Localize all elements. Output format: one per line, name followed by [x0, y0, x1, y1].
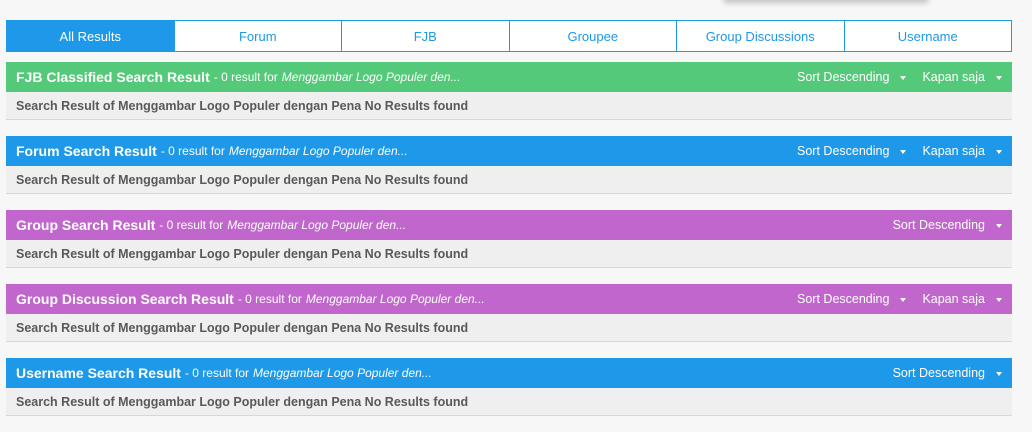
result-count: - 0 result for [160, 144, 225, 158]
tab-all-results[interactable]: All Results [7, 21, 174, 51]
time-filter-dropdown[interactable]: Kapan saja [922, 292, 1002, 306]
forum-result-message: Search Result of Menggambar Logo Populer… [6, 166, 1012, 194]
section-controls: Sort Descending Kapan saja [797, 144, 1002, 158]
sort-dropdown[interactable]: Sort Descending [893, 366, 1002, 380]
search-query: Menggambar Logo Populer den... [227, 218, 407, 232]
caret-down-icon [900, 150, 907, 154]
sort-dropdown[interactable]: Sort Descending [797, 70, 907, 84]
tab-fjb[interactable]: FJB [341, 21, 509, 51]
search-query: Menggambar Logo Populer den... [281, 70, 461, 84]
caret-down-icon [996, 372, 1002, 376]
username-result-header: Username Search Result - 0 result for Me… [6, 358, 1012, 388]
tab-username[interactable]: Username [843, 21, 1012, 51]
search-query: Menggambar Logo Populer den... [253, 366, 432, 380]
time-filter-label: Kapan saja [922, 70, 985, 84]
tab-groupee[interactable]: Groupee [508, 21, 677, 51]
section-controls: Sort Descending Kapan saja [797, 70, 1002, 84]
time-filter-dropdown[interactable]: Kapan saja [922, 144, 1002, 158]
username-result-message: Search Result of Menggambar Logo Populer… [6, 388, 1012, 416]
sort-label: Sort Descending [797, 144, 890, 158]
sort-label: Sort Descending [797, 292, 890, 306]
search-tabs: All Results Forum FJB Groupee Group Disc… [6, 20, 1012, 52]
caret-down-icon [996, 224, 1002, 228]
caret-down-icon [996, 76, 1002, 80]
time-filter-dropdown[interactable]: Kapan saja [922, 70, 1002, 84]
section-controls: Sort Descending [893, 218, 1002, 232]
result-count: - 0 result for [184, 366, 249, 380]
sort-dropdown[interactable]: Sort Descending [797, 292, 907, 306]
section-title: FJB Classified Search Result [16, 69, 210, 85]
caret-down-icon [900, 76, 907, 80]
time-filter-label: Kapan saja [922, 292, 985, 306]
tab-group-discussions[interactable]: Group Discussions [676, 21, 844, 51]
search-query: Menggambar Logo Populer den... [305, 292, 485, 306]
fjb-result-header: FJB Classified Search Result - 0 result … [6, 62, 1012, 92]
result-count: - 0 result for [237, 292, 302, 306]
sort-dropdown[interactable]: Sort Descending [893, 218, 1002, 232]
sort-label: Sort Descending [892, 218, 985, 232]
section-title: Username Search Result [16, 365, 181, 381]
section-title: Forum Search Result [16, 143, 157, 159]
tab-forum[interactable]: Forum [173, 21, 342, 51]
fjb-result-section: FJB Classified Search Result - 0 result … [6, 62, 1012, 120]
section-controls: Sort Descending Kapan saja [797, 292, 1002, 306]
group-result-section: Group Search Result - 0 result for Mengg… [6, 210, 1012, 268]
section-title: Group Discussion Search Result [16, 291, 234, 307]
search-query: Menggambar Logo Populer den... [228, 144, 408, 158]
caret-down-icon [900, 298, 907, 302]
forum-result-header: Forum Search Result - 0 result for Mengg… [6, 136, 1012, 166]
section-title: Group Search Result [16, 217, 156, 233]
time-filter-label: Kapan saja [922, 144, 985, 158]
caret-down-icon [996, 150, 1002, 154]
section-controls: Sort Descending [893, 366, 1002, 380]
group-discussion-result-section: Group Discussion Search Result - 0 resul… [6, 284, 1012, 342]
sort-label: Sort Descending [892, 366, 985, 380]
result-count: - 0 result for [213, 70, 278, 84]
group-result-header: Group Search Result - 0 result for Mengg… [6, 210, 1012, 240]
caret-down-icon [996, 298, 1002, 302]
sort-label: Sort Descending [797, 70, 890, 84]
fjb-result-message: Search Result of Menggambar Logo Populer… [6, 92, 1012, 120]
group-result-message: Search Result of Menggambar Logo Populer… [6, 240, 1012, 268]
group-discussion-result-header: Group Discussion Search Result - 0 resul… [6, 284, 1012, 314]
result-count: - 0 result for [159, 218, 224, 232]
username-result-section: Username Search Result - 0 result for Me… [6, 358, 1012, 416]
sort-dropdown[interactable]: Sort Descending [797, 144, 907, 158]
group-discussion-result-message: Search Result of Menggambar Logo Populer… [6, 314, 1012, 342]
forum-result-section: Forum Search Result - 0 result for Mengg… [6, 136, 1012, 194]
